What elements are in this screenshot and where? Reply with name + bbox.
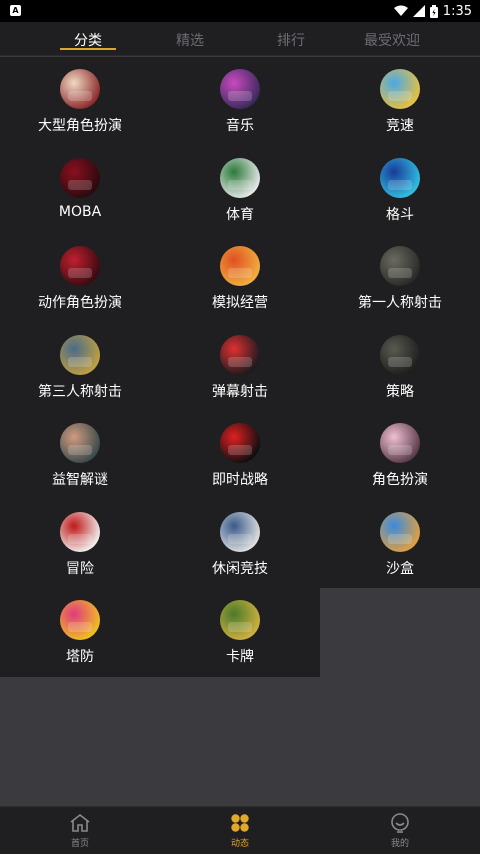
- category-item[interactable]: 体育: [160, 146, 320, 234]
- feed-icon: [231, 814, 249, 832]
- category-label: 竞速: [386, 118, 414, 134]
- adventure-game-icon: [60, 511, 100, 552]
- sports-game-icon: [220, 157, 260, 198]
- tps-game-icon: [60, 334, 100, 375]
- category-label: 休闲竞技: [212, 560, 268, 577]
- category-item[interactable]: 第一人称射击: [320, 234, 480, 322]
- category-label: 策略: [386, 383, 414, 400]
- category-item[interactable]: 音乐: [160, 57, 320, 145]
- category-label: 第一人称射击: [358, 295, 442, 311]
- fps-game-icon: [380, 246, 420, 286]
- nav-home[interactable]: 首页: [40, 807, 120, 854]
- casual-game-icon: [220, 511, 260, 552]
- category-item[interactable]: 格斗: [320, 146, 480, 234]
- category-item[interactable]: 动作角色扮演: [0, 234, 160, 322]
- wifi-icon: [393, 5, 408, 16]
- category-item[interactable]: 塔防: [0, 588, 160, 676]
- moba-game-icon: [60, 157, 100, 198]
- nav-feed[interactable]: 动态: [200, 807, 280, 854]
- category-item[interactable]: MOBA: [0, 146, 160, 234]
- rpg-game-icon: [60, 69, 100, 109]
- tab-most-popular[interactable]: 最受欢迎: [355, 30, 429, 50]
- category-grid: 大型角色扮演 音乐 竞速 MOBA 体育 格斗动作角色扮演 模拟经营 第一人称射击第三人称射击…: [0, 57, 480, 677]
- nav-profile[interactable]: 我的: [360, 807, 440, 854]
- category-item[interactable]: 策略: [320, 323, 480, 411]
- card-game-icon: [220, 600, 260, 640]
- racing-game-icon: [380, 69, 420, 109]
- nav-home-label: 首页: [70, 839, 89, 849]
- category-label: 益智解谜: [52, 472, 108, 488]
- category-label: 体育: [226, 206, 254, 223]
- category-label: 即时战略: [212, 472, 268, 488]
- category-label: MOBA: [58, 203, 102, 220]
- bullet-hell-game-icon: [220, 334, 260, 375]
- category-label: 动作角色扮演: [38, 295, 122, 311]
- empty-area: [320, 588, 480, 677]
- sandbox-game-icon: [380, 511, 420, 552]
- category-label: 卡牌: [226, 649, 254, 665]
- strategy-game-icon: [380, 334, 420, 375]
- category-label: 冒险: [66, 560, 94, 577]
- profile-icon: [391, 813, 409, 833]
- category-item[interactable]: 模拟经营: [160, 234, 320, 322]
- simulation-game-icon: [220, 246, 260, 286]
- category-label: 角色扮演: [372, 472, 428, 488]
- clock: 1:35: [442, 3, 472, 19]
- category-item[interactable]: 益智解谜: [0, 411, 160, 499]
- tab-ranking[interactable]: 排行: [261, 30, 321, 50]
- role-play-game-icon: [380, 423, 420, 463]
- app-notification-icon: A: [10, 5, 21, 16]
- music-game-icon: [220, 69, 260, 109]
- category-label: 塔防: [66, 649, 94, 665]
- tower-defense-game-icon: [60, 600, 100, 640]
- active-tab-indicator: [60, 48, 116, 50]
- category-label: 大型角色扮演: [38, 118, 122, 134]
- category-item[interactable]: 第三人称射击: [0, 323, 160, 411]
- tab-categories[interactable]: 分类: [60, 30, 116, 50]
- category-label: 音乐: [226, 118, 254, 134]
- category-item[interactable]: 冒险: [0, 500, 160, 588]
- home-icon: [70, 813, 90, 832]
- category-item[interactable]: 大型角色扮演: [0, 57, 160, 145]
- category-label: 沙盒: [386, 560, 414, 577]
- signal-icon: [412, 5, 425, 17]
- category-label: 模拟经营: [212, 295, 268, 311]
- category-item[interactable]: 即时战略: [160, 411, 320, 499]
- tab-featured[interactable]: 精选: [160, 30, 220, 50]
- nav-feed-label: 动态: [230, 839, 249, 849]
- rts-game-icon: [220, 423, 260, 463]
- category-label: 弹幕射击: [212, 383, 268, 400]
- nav-profile-label: 我的: [390, 839, 409, 849]
- category-label: 格斗: [386, 206, 414, 223]
- battery-icon: [429, 4, 438, 18]
- category-item[interactable]: 休闲竞技: [160, 500, 320, 588]
- fighting-game-icon: [380, 157, 420, 198]
- status-icons: 1:35: [393, 2, 472, 20]
- category-item[interactable]: 沙盒: [320, 500, 480, 588]
- category-item[interactable]: 卡牌: [160, 588, 320, 676]
- category-item[interactable]: 角色扮演: [320, 411, 480, 499]
- status-bar: A 1:35: [0, 0, 480, 22]
- category-tabs: 分类 精选 排行 最受欢迎: [0, 22, 480, 56]
- category-label: 第三人称射击: [38, 383, 122, 400]
- category-item[interactable]: 竞速: [320, 57, 480, 145]
- category-item[interactable]: 弹幕射击: [160, 323, 320, 411]
- bottom-nav: 首页 动态 我的: [0, 806, 480, 854]
- puzzle-game-icon: [60, 423, 100, 463]
- action-rpg-game-icon: [60, 246, 100, 286]
